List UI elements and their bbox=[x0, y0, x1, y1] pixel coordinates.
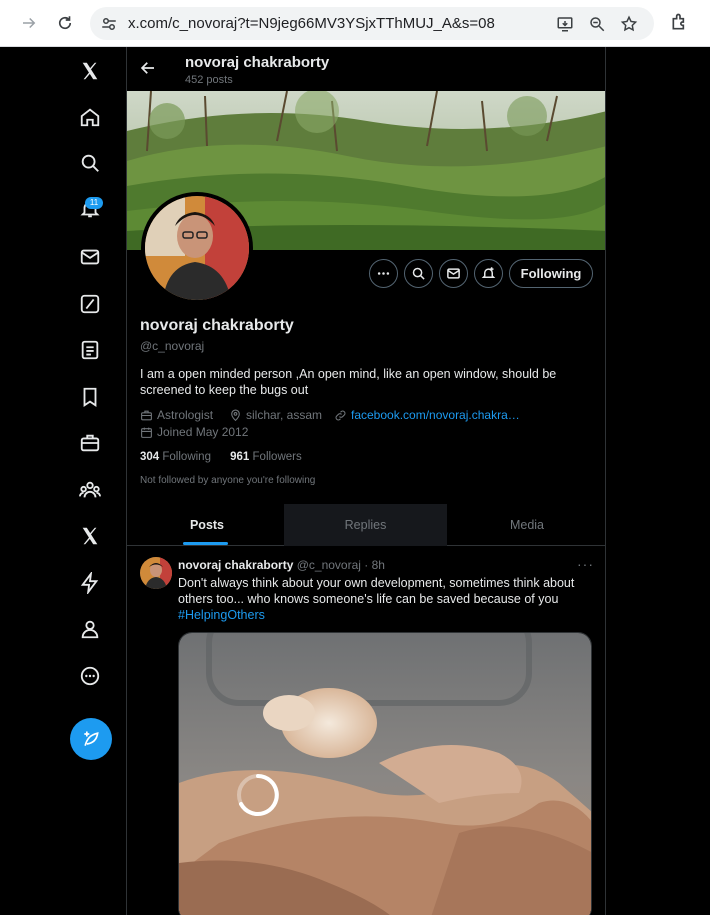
post-header: novoraj chakraborty @c_novoraj · 8h bbox=[178, 558, 385, 572]
post-author[interactable]: novoraj chakraborty bbox=[178, 558, 293, 572]
browser-toolbar: x.com/c_novoraj?t=N9jeg66MV3YSjxTThMUJ_A… bbox=[0, 0, 710, 47]
bookmarks-icon[interactable] bbox=[78, 385, 102, 409]
header-name: novoraj chakraborty bbox=[185, 54, 330, 71]
post-time[interactable]: · 8h bbox=[364, 558, 385, 572]
followed-by-text: Not followed by anyone you're following bbox=[140, 475, 316, 486]
profile-name: novoraj chakraborty bbox=[140, 317, 294, 334]
header-post-count: 452 posts bbox=[185, 74, 233, 86]
reload-icon[interactable] bbox=[54, 12, 76, 34]
profile-joined: Joined May 2012 bbox=[140, 425, 248, 439]
post-more-icon[interactable]: ··· bbox=[577, 556, 594, 572]
search-icon bbox=[412, 267, 425, 280]
notifications-badge: 11 bbox=[85, 197, 103, 209]
following-stat[interactable]: 304 Following bbox=[140, 451, 211, 463]
profile-website[interactable]: facebook.com/novoraj.chakra… bbox=[334, 408, 520, 422]
followers-count: 961 bbox=[230, 451, 250, 463]
url-text[interactable]: x.com/c_novoraj?t=N9jeg66MV3YSjxTThMUJ_A… bbox=[128, 15, 495, 32]
following-count: 304 bbox=[140, 451, 160, 463]
envelope-icon bbox=[447, 268, 460, 279]
following-button[interactable]: Following bbox=[509, 259, 593, 288]
extensions-icon[interactable] bbox=[670, 12, 692, 34]
post-item[interactable]: novoraj chakraborty @c_novoraj · 8h ··· … bbox=[127, 547, 605, 915]
communities-icon[interactable] bbox=[78, 478, 102, 502]
tab-media[interactable]: Media bbox=[447, 504, 605, 546]
premium-x-icon[interactable] bbox=[78, 524, 102, 548]
profile-bio: I am a open minded person ,An open mind,… bbox=[140, 367, 557, 397]
zoom-icon[interactable] bbox=[587, 14, 607, 34]
calendar-icon bbox=[141, 427, 152, 438]
post-text: Don't always think about your own develo… bbox=[178, 575, 590, 623]
profile-avatar[interactable] bbox=[141, 192, 253, 304]
post-body: Don't always think about your own develo… bbox=[178, 576, 575, 606]
compose-post-button[interactable] bbox=[70, 718, 112, 760]
profile-icon[interactable] bbox=[78, 617, 102, 641]
link-icon bbox=[335, 410, 346, 420]
address-bar[interactable]: x.com/c_novoraj?t=N9jeg66MV3YSjxTThMUJ_A… bbox=[90, 7, 654, 40]
profile-header-bar: novoraj chakraborty 452 posts bbox=[127, 47, 605, 91]
more-options-button[interactable] bbox=[369, 259, 398, 288]
profile-tabs: Posts Replies Media bbox=[127, 504, 605, 546]
search-profile-button[interactable] bbox=[404, 259, 433, 288]
profile-category: Astrologist bbox=[140, 408, 213, 422]
post-avatar[interactable] bbox=[140, 557, 172, 589]
lists-icon[interactable] bbox=[78, 338, 102, 362]
location-pin-icon bbox=[231, 409, 240, 421]
verified-orgs-icon[interactable] bbox=[78, 571, 102, 595]
bell-plus-icon bbox=[481, 267, 496, 278]
home-icon[interactable] bbox=[78, 105, 102, 129]
forward-icon[interactable] bbox=[18, 12, 40, 34]
briefcase-icon bbox=[141, 410, 152, 420]
ellipsis-icon bbox=[377, 272, 390, 275]
active-tab-indicator bbox=[183, 542, 228, 545]
left-sidebar: 11 bbox=[0, 47, 126, 915]
tab-replies[interactable]: Replies bbox=[284, 504, 447, 546]
install-app-icon[interactable] bbox=[555, 14, 575, 34]
loading-spinner-icon bbox=[237, 774, 279, 816]
joined-text: Joined May 2012 bbox=[157, 425, 249, 439]
jobs-icon[interactable] bbox=[78, 431, 102, 455]
website-link[interactable]: facebook.com/novoraj.chakra… bbox=[351, 408, 520, 422]
grok-icon[interactable] bbox=[78, 292, 102, 316]
profile-handle: @c_novoraj bbox=[140, 339, 205, 353]
post-handle[interactable]: @c_novoraj bbox=[297, 558, 361, 572]
back-arrow-icon[interactable] bbox=[139, 59, 159, 79]
category-text: Astrologist bbox=[157, 408, 214, 422]
message-button[interactable] bbox=[439, 259, 468, 288]
profile-column: novoraj chakraborty 452 posts Following … bbox=[126, 47, 606, 915]
tune-icon[interactable] bbox=[100, 15, 118, 33]
follow-stats: 304 Following 961 Followers bbox=[140, 451, 302, 463]
following-label: Following bbox=[162, 451, 211, 463]
explore-icon[interactable] bbox=[78, 151, 102, 175]
more-icon[interactable] bbox=[78, 664, 102, 688]
messages-icon[interactable] bbox=[78, 245, 102, 269]
tab-posts[interactable]: Posts bbox=[127, 504, 287, 546]
location-text: silchar, assam bbox=[246, 408, 323, 422]
post-hashtag[interactable]: #HelpingOthers bbox=[178, 608, 265, 622]
bookmark-star-icon[interactable] bbox=[619, 14, 639, 34]
followers-label: Followers bbox=[252, 451, 302, 463]
followers-stat[interactable]: 961 Followers bbox=[230, 451, 302, 463]
feather-plus-icon bbox=[84, 731, 99, 746]
x-logo-icon[interactable] bbox=[78, 59, 102, 83]
notify-button[interactable] bbox=[474, 259, 503, 288]
profile-location: silchar, assam bbox=[229, 408, 322, 422]
